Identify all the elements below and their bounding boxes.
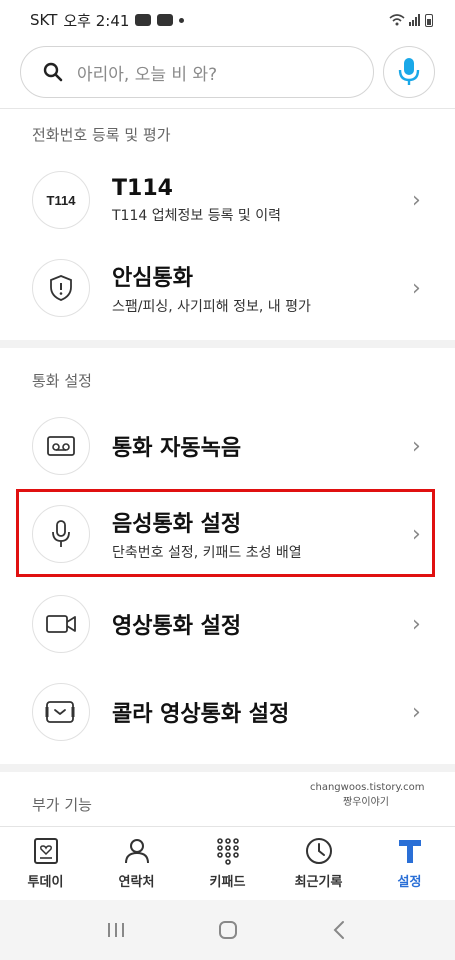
voice-assistant-button[interactable] <box>383 46 435 98</box>
nav-label: 연락처 <box>118 875 155 890</box>
nav-label: 키패드 <box>209 875 246 890</box>
back-icon[interactable] <box>330 919 350 941</box>
nav-label: 투데이 <box>27 875 64 890</box>
search-bar: 아리아, 오늘 비 와? <box>0 44 455 100</box>
menu-item-video-call-settings[interactable]: 영상통화 설정 › <box>0 580 455 668</box>
menu-item-colla-video-call-settings[interactable]: 콜라 영상통화 설정 › <box>0 668 455 756</box>
watermark: changwoos.tistory.com 짱우이야기 <box>310 782 425 808</box>
voicemail-icon <box>32 417 90 475</box>
microphone-icon <box>398 58 420 85</box>
header-divider <box>0 108 455 109</box>
nav-tab-settings[interactable]: 설정 <box>364 827 455 900</box>
wifi-icon <box>389 14 405 26</box>
signal-icon <box>409 14 420 26</box>
highlight-box <box>16 489 435 577</box>
section-separator <box>0 340 455 348</box>
item-title: 콜라 영상통화 설정 <box>112 702 290 727</box>
chevron-right-icon: › <box>412 699 421 725</box>
time-label: 오후 2:41 <box>63 11 130 30</box>
menu-item-safe-call[interactable]: 안심통화 스팸/피싱, 사기피해 정보, 내 평가 › <box>0 244 455 332</box>
search-icon <box>43 62 63 82</box>
nav-tab-recent[interactable]: 최근기록 <box>273 827 364 900</box>
contacts-icon <box>124 839 149 864</box>
carrier-label: SKT <box>30 11 58 29</box>
nav-tab-contacts[interactable]: 연락처 <box>91 827 182 900</box>
keypad-icon <box>216 838 239 865</box>
section-title-extra-features: 부가 기능 <box>32 796 92 814</box>
item-title: 영상통화 설정 <box>112 614 242 639</box>
battery-icon <box>425 13 433 27</box>
item-title: T114 <box>112 175 173 201</box>
menu-item-t114[interactable]: T114 T114 T114 업체정보 등록 및 이력 › <box>0 156 455 244</box>
message-notification-icon <box>135 14 152 26</box>
nav-tab-keypad[interactable]: 키패드 <box>182 827 273 900</box>
app-notification-icon <box>157 14 174 26</box>
clock-icon <box>305 838 332 864</box>
menu-item-auto-record[interactable]: 통화 자동녹음 › <box>0 402 455 490</box>
shield-icon <box>32 259 90 317</box>
chevron-right-icon: › <box>412 433 421 459</box>
item-title: 통화 자동녹음 <box>112 436 242 461</box>
item-subtitle: T114 업체정보 등록 및 이력 <box>112 207 281 224</box>
today-icon <box>33 838 58 864</box>
watermark-name: 짱우이야기 <box>343 797 389 808</box>
more-notifications-icon <box>179 17 185 23</box>
section-title-call-settings: 통화 설정 <box>32 372 92 390</box>
search-placeholder: 아리아, 오늘 비 와? <box>77 64 218 85</box>
item-subtitle: 스팸/피싱, 사기피해 정보, 내 평가 <box>112 299 311 315</box>
status-bar: SKT 오후 2:41 <box>0 0 455 40</box>
section-separator <box>0 764 455 772</box>
chevron-right-icon: › <box>412 275 421 301</box>
item-title: 안심통화 <box>112 266 193 291</box>
section-title-phone-registration: 전화번호 등록 및 평가 <box>32 126 171 144</box>
home-icon[interactable] <box>217 919 239 941</box>
bottom-navigation: 투데이 연락처 키패드 최근기록 설정 <box>0 826 455 900</box>
search-input[interactable]: 아리아, 오늘 비 와? <box>20 46 374 98</box>
video-camera-icon <box>32 595 90 653</box>
video-message-icon <box>32 683 90 741</box>
watermark-url: changwoos.tistory.com <box>310 782 425 793</box>
nav-tab-today[interactable]: 투데이 <box>0 827 91 900</box>
nav-label: 설정 <box>397 875 422 890</box>
recent-apps-icon[interactable] <box>105 920 127 940</box>
chevron-right-icon: › <box>412 611 421 637</box>
nav-label: 최근기록 <box>294 875 343 890</box>
t-logo-icon <box>398 840 421 863</box>
t114-icon: T114 <box>32 171 90 229</box>
chevron-right-icon: › <box>412 187 421 213</box>
system-navigation-bar <box>0 900 455 960</box>
